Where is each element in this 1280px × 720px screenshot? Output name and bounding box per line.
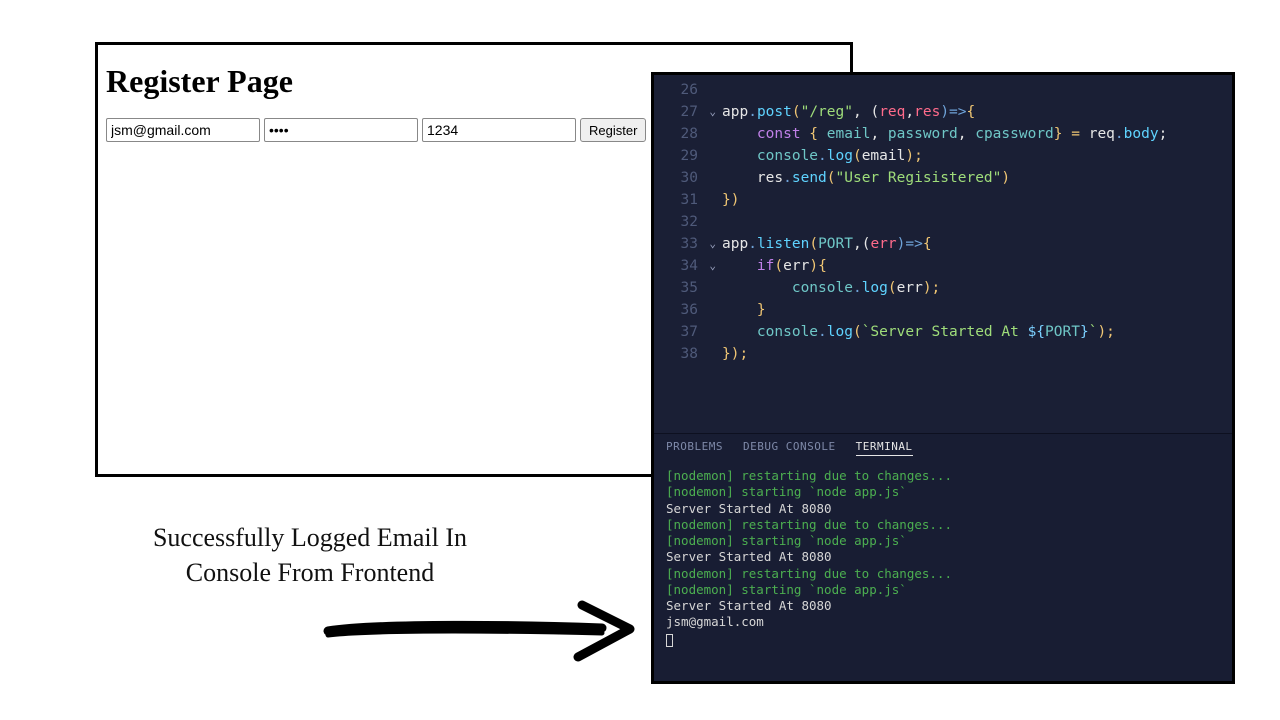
fold-icon[interactable]: ⌄	[709, 233, 716, 255]
line-number: 30	[654, 167, 704, 189]
terminal-line: [nodemon] restarting due to changes...	[666, 566, 1220, 582]
terminal-line: [nodemon] restarting due to changes...	[666, 468, 1220, 484]
terminal-line: [nodemon] starting `node app.js`	[666, 484, 1220, 500]
line-number: 34⌄	[654, 255, 704, 277]
line-number: 36	[654, 299, 704, 321]
terminal-cursor	[666, 634, 673, 647]
terminal-line: jsm@gmail.com	[666, 614, 1220, 630]
line-number: 37	[654, 321, 704, 343]
panel-tabs: PROBLEMS DEBUG CONSOLE TERMINAL	[654, 434, 1232, 462]
fold-icon[interactable]: ⌄	[709, 101, 716, 123]
bottom-panel: PROBLEMS DEBUG CONSOLE TERMINAL [nodemon…	[654, 433, 1232, 681]
line-number: 28	[654, 123, 704, 145]
terminal-line: [nodemon] starting `node app.js`	[666, 533, 1220, 549]
line-number: 27⌄	[654, 101, 704, 123]
confirm-password-field[interactable]	[422, 118, 576, 142]
terminal-line: Server Started At 8080	[666, 549, 1220, 565]
code-editor: 26 27⌄ 28 29 30 31 32 33⌄ 34⌄ 35 36 37 3…	[651, 72, 1235, 684]
line-number: 35	[654, 277, 704, 299]
tab-problems[interactable]: PROBLEMS	[666, 440, 723, 456]
tab-debug-console[interactable]: DEBUG CONSOLE	[743, 440, 836, 456]
line-number: 32	[654, 211, 704, 233]
line-gutter: 26 27⌄ 28 29 30 31 32 33⌄ 34⌄ 35 36 37 3…	[654, 79, 704, 433]
fold-icon[interactable]: ⌄	[709, 255, 716, 277]
annotation-caption: Successfully Logged Email In Console Fro…	[70, 520, 550, 590]
code-area: 26 27⌄ 28 29 30 31 32 33⌄ 34⌄ 35 36 37 3…	[654, 75, 1232, 433]
terminal-line: [nodemon] starting `node app.js`	[666, 582, 1220, 598]
register-button[interactable]: Register	[580, 118, 646, 142]
arrow-icon	[320, 595, 640, 665]
email-field[interactable]	[106, 118, 260, 142]
tab-terminal[interactable]: TERMINAL	[856, 440, 913, 456]
line-number: 31	[654, 189, 704, 211]
password-field[interactable]	[264, 118, 418, 142]
terminal-output[interactable]: [nodemon] restarting due to changes...[n…	[654, 462, 1232, 681]
caption-line: Successfully Logged Email In	[70, 520, 550, 555]
terminal-line: Server Started At 8080	[666, 501, 1220, 517]
line-number: 33⌄	[654, 233, 704, 255]
caption-line: Console From Frontend	[70, 555, 550, 590]
line-number: 29	[654, 145, 704, 167]
line-number: 26	[654, 79, 704, 101]
line-number: 38	[654, 343, 704, 365]
code-content[interactable]: app.post("/reg", (req,res)=>{ const { em…	[704, 79, 1232, 433]
terminal-line: [nodemon] restarting due to changes...	[666, 517, 1220, 533]
terminal-line: Server Started At 8080	[666, 598, 1220, 614]
